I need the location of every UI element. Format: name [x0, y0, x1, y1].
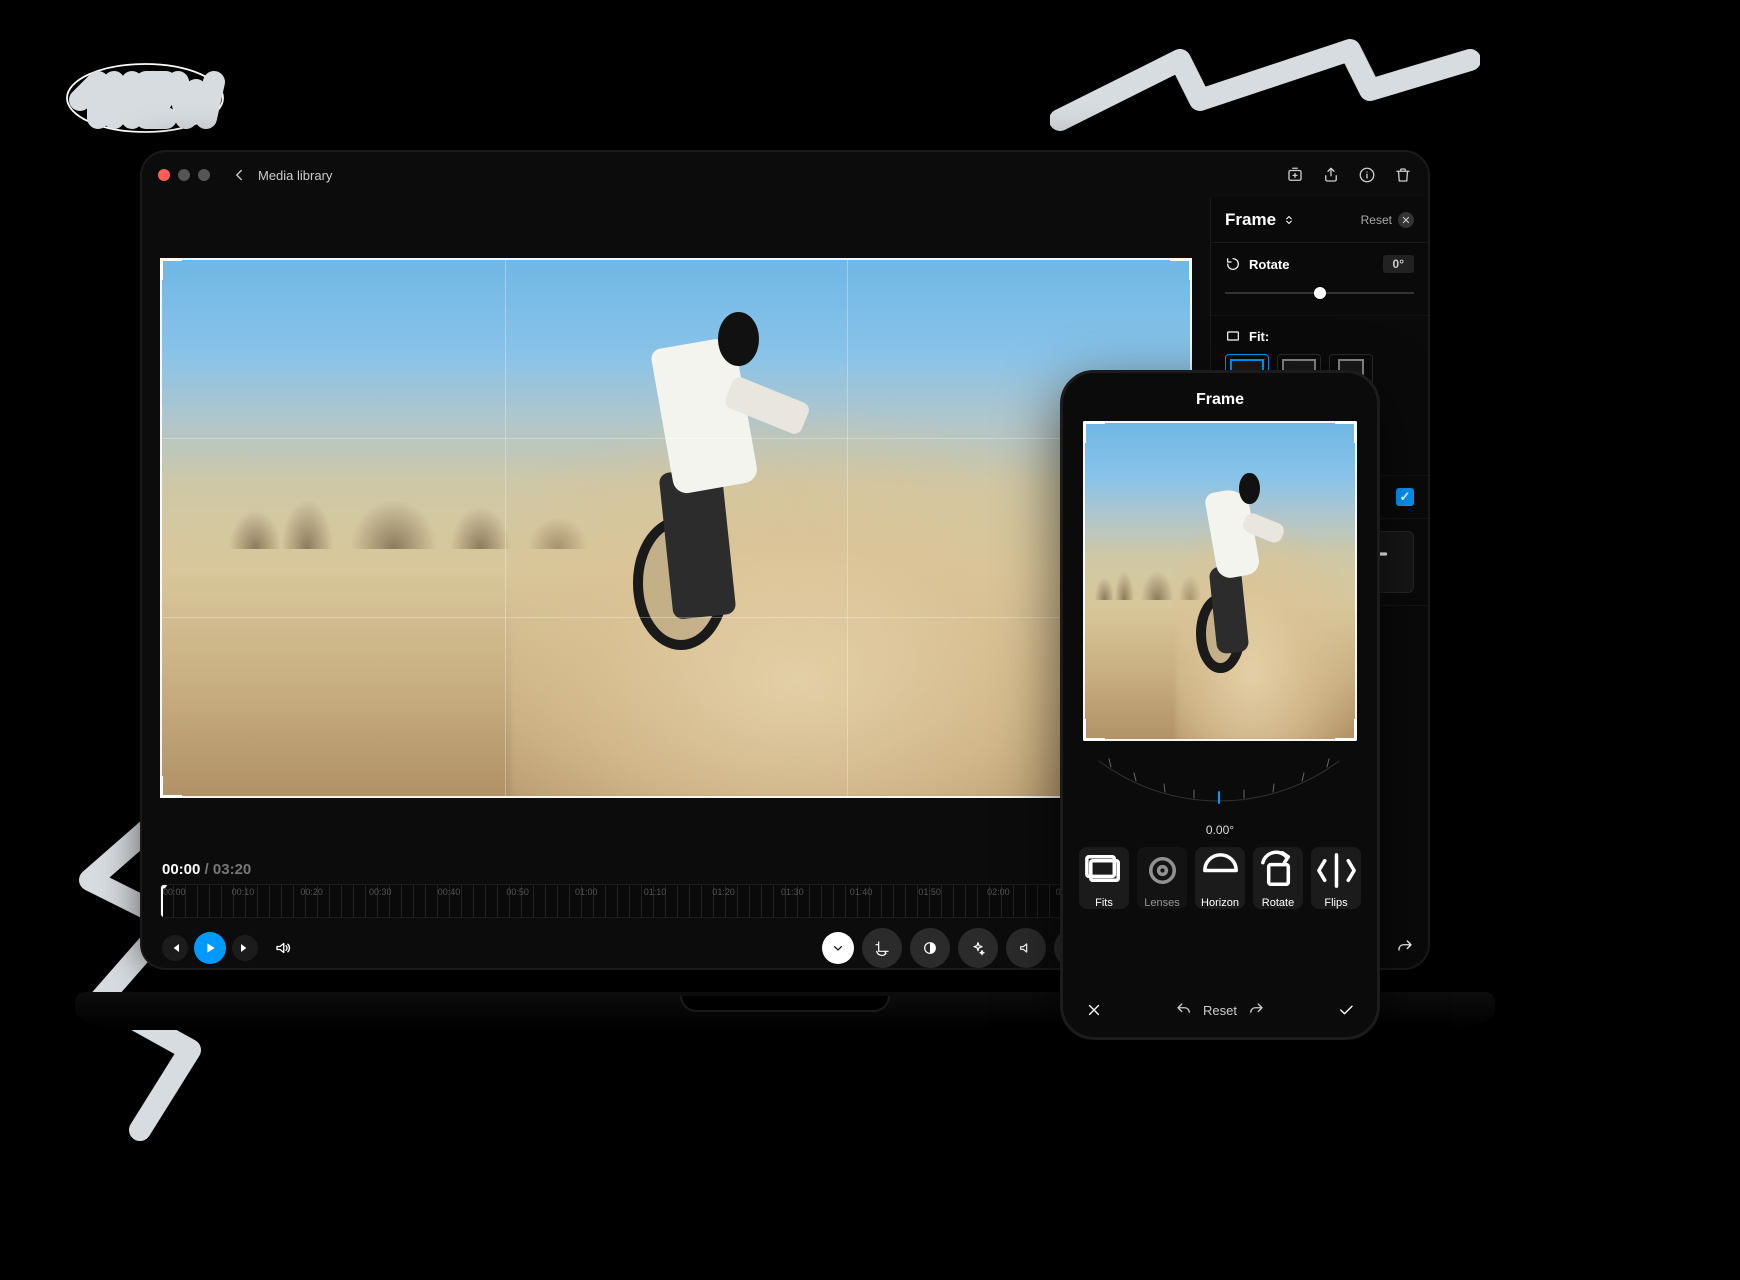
- window-zoom-dot[interactable]: [198, 169, 210, 181]
- rotate-dial[interactable]: 0.00°: [1079, 751, 1361, 837]
- tool-frame-button[interactable]: [862, 928, 902, 968]
- timeline-mark: 02:00: [985, 887, 1054, 897]
- phone-crop-tr[interactable]: [1335, 421, 1357, 443]
- phone-tools: FitsLensesHorizonRotateFlips: [1063, 837, 1377, 919]
- phone-crop-tl[interactable]: [1083, 421, 1105, 443]
- sidebar-title[interactable]: Frame: [1225, 210, 1296, 230]
- volume-icon[interactable]: [274, 939, 292, 957]
- expand-tools-button[interactable]: [822, 932, 854, 964]
- back-arrow-icon[interactable]: [230, 166, 248, 184]
- timeline-mark: 01:10: [642, 887, 711, 897]
- tool-color-button[interactable]: [910, 928, 950, 968]
- timecode: 00:00 / 03:20: [162, 861, 1192, 878]
- timeline-mark: 01:40: [848, 887, 917, 897]
- phone-close-button[interactable]: [1085, 1001, 1103, 1019]
- frame-prev-button[interactable]: [162, 935, 188, 961]
- crop-handle-bl[interactable]: [160, 776, 182, 798]
- timeline-mark: 01:00: [573, 887, 642, 897]
- crop-handle-tr[interactable]: [1170, 258, 1192, 280]
- reset-button[interactable]: Reset ✕: [1361, 212, 1414, 228]
- window-minimize-dot[interactable]: [178, 169, 190, 181]
- rotate-slider[interactable]: [1225, 283, 1414, 303]
- timeline-mark: 00:00: [161, 887, 230, 897]
- fit-icon: [1225, 328, 1241, 344]
- timeline-mark: 00:10: [230, 887, 299, 897]
- dial-value: 0.00°: [1206, 823, 1234, 837]
- phone-tool-horizon[interactable]: Horizon: [1195, 847, 1245, 909]
- close-icon: ✕: [1398, 212, 1414, 228]
- share-icon[interactable]: [1322, 166, 1340, 184]
- playhead[interactable]: [161, 884, 163, 918]
- phone-crop-bl[interactable]: [1083, 719, 1105, 741]
- zigzag-scribble-top: [1050, 30, 1480, 150]
- crop-handle-tl[interactable]: [160, 258, 182, 280]
- trash-icon[interactable]: [1394, 166, 1412, 184]
- fit-label: Fit:: [1249, 329, 1269, 344]
- tool-effects-button[interactable]: [958, 928, 998, 968]
- leveling-checkbox[interactable]: ✓: [1396, 488, 1414, 506]
- topbar-actions: [1286, 166, 1412, 184]
- frame-next-button[interactable]: [232, 935, 258, 961]
- timeline-mark: 00:20: [298, 887, 367, 897]
- crop-frame[interactable]: [160, 258, 1192, 798]
- window-close-dot[interactable]: [158, 169, 170, 181]
- video-canvas[interactable]: [160, 258, 1192, 798]
- timecode-duration: 03:20: [213, 861, 251, 878]
- rotate-value[interactable]: 0°: [1383, 255, 1414, 273]
- breadcrumb[interactable]: Media library: [258, 168, 332, 183]
- phone-crop-br[interactable]: [1335, 719, 1357, 741]
- phone-tool-lenses[interactable]: Lenses: [1137, 847, 1187, 909]
- timeline-mark: 01:30: [779, 887, 848, 897]
- timeline-mark: 01:20: [710, 887, 779, 897]
- timeline[interactable]: 00:0000:1000:2000:3000:4000:5001:0001:10…: [160, 884, 1192, 918]
- timecode-current: 00:00: [162, 861, 200, 878]
- phone-video-canvas[interactable]: [1083, 421, 1357, 741]
- phone-confirm-button[interactable]: [1337, 1001, 1355, 1019]
- bottom-controls: Aa: [160, 918, 1192, 968]
- phone-tool-flips[interactable]: Flips: [1311, 847, 1361, 909]
- phone-device: Frame 0.00° FitsLensesHorizonRotateFlips: [1060, 370, 1380, 1040]
- phone-reset-button[interactable]: Reset: [1203, 1003, 1237, 1018]
- sort-arrows-icon: [1282, 213, 1296, 227]
- new-badge-scribble: [50, 40, 240, 150]
- phone-tool-rotate[interactable]: Rotate: [1253, 847, 1303, 909]
- preview-area: 00:00 / 03:20 00:0000:1000:2000:3000:400…: [142, 198, 1210, 968]
- topbar: Media library: [142, 152, 1428, 198]
- tool-audio-button[interactable]: [1006, 928, 1046, 968]
- redo-button[interactable]: [1396, 938, 1414, 956]
- timeline-mark: 01:50: [916, 887, 985, 897]
- window-traffic-lights: [158, 169, 210, 181]
- rotate-label: Rotate: [1249, 257, 1289, 272]
- info-icon[interactable]: [1358, 166, 1376, 184]
- timeline-mark: 00:30: [367, 887, 436, 897]
- play-button[interactable]: [194, 932, 226, 964]
- add-media-icon[interactable]: [1286, 166, 1304, 184]
- phone-title: Frame: [1063, 385, 1377, 421]
- phone-undo-button[interactable]: [1175, 1001, 1193, 1019]
- phone-redo-button[interactable]: [1247, 1001, 1265, 1019]
- phone-tool-fits[interactable]: Fits: [1079, 847, 1129, 909]
- timeline-mark: 00:50: [504, 887, 573, 897]
- rotate-icon: [1225, 256, 1241, 272]
- timeline-mark: 00:40: [436, 887, 505, 897]
